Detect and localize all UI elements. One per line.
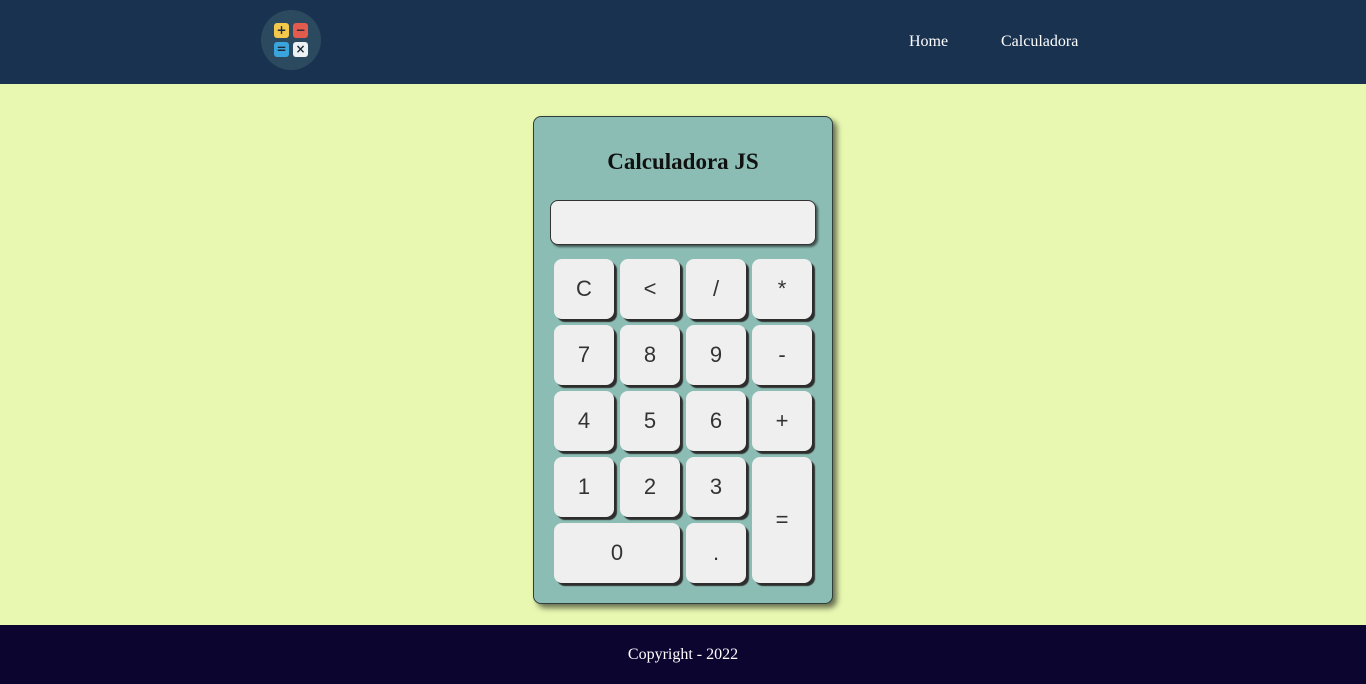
key-2[interactable]: 2 [620,457,680,517]
key-multiply[interactable]: * [752,259,812,319]
calculator-title: Calculadora JS [607,149,759,174]
key-clear[interactable]: C [554,259,614,319]
logo-equals-icon: = [274,42,289,57]
key-6[interactable]: 6 [686,391,746,451]
copyright-text: Copyright - 2022 [627,646,739,663]
key-5[interactable]: 5 [620,391,680,451]
logo-times-icon: × [293,42,308,57]
key-add[interactable]: + [752,391,812,451]
key-9[interactable]: 9 [686,325,746,385]
logo-minus-icon: − [293,23,308,38]
key-3[interactable]: 3 [686,457,746,517]
key-backspace[interactable]: < [620,259,680,319]
key-decimal[interactable]: . [686,523,746,583]
key-8[interactable]: 8 [620,325,680,385]
logo-plus-icon: + [274,23,289,38]
key-4[interactable]: 4 [554,391,614,451]
key-subtract[interactable]: - [752,325,812,385]
calculator-panel: Calculadora JS C < / * 7 8 9 - 4 5 6 + 1… [533,116,833,604]
nav-link-home[interactable]: Home [909,32,948,52]
key-divide[interactable]: / [686,259,746,319]
key-0[interactable]: 0 [554,523,680,583]
key-1[interactable]: 1 [554,457,614,517]
calculator-display[interactable] [550,200,816,245]
site-header: + − = × Home Calculadora [0,0,1366,84]
site-footer: Copyright - 2022 [0,625,1366,684]
key-equals[interactable]: = [752,457,812,583]
nav-link-calculadora[interactable]: Calculadora [1001,32,1078,52]
calculator-logo-icon[interactable]: + − = × [261,10,321,70]
key-7[interactable]: 7 [554,325,614,385]
